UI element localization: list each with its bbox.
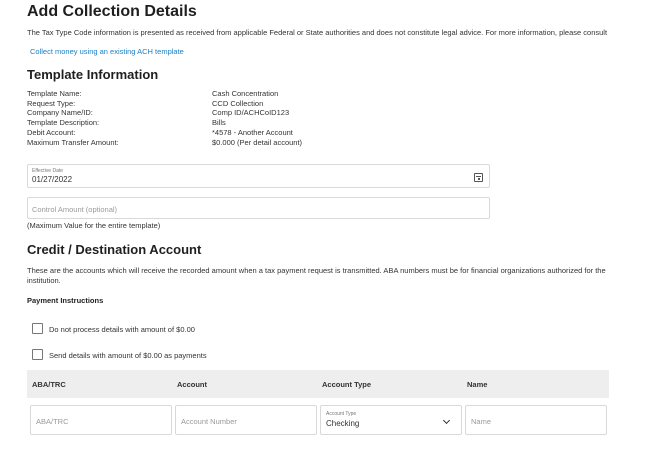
- skip-zero-amount-checkbox[interactable]: [32, 323, 43, 334]
- column-header-account: Account: [177, 380, 207, 389]
- credit-description-line1: These are the accounts which will receiv…: [27, 266, 606, 275]
- max-transfer-value: $0.000 (Per detail account): [212, 137, 303, 147]
- company-name-value: Comp ID/ACHCoID123: [212, 108, 290, 118]
- calendar-icon[interactable]: [474, 173, 483, 182]
- aba-trc-placeholder: ABA/TRC: [36, 417, 69, 426]
- account-type-value: Checking: [326, 419, 360, 428]
- control-amount-input[interactable]: Control Amount (optional): [27, 197, 490, 219]
- account-type-select[interactable]: Account Type Checking: [320, 405, 462, 435]
- template-description-value: Bills: [212, 118, 226, 128]
- debit-account-label: Debit Account:: [27, 127, 76, 137]
- effective-date-label: Effective Date: [32, 168, 64, 174]
- template-description-label: Template Description:: [27, 118, 100, 128]
- effective-date-value: 01/27/2022: [32, 175, 73, 184]
- max-transfer-label: Maximum Transfer Amount:: [27, 137, 119, 147]
- template-info-heading: Template Information: [27, 67, 159, 82]
- request-type-label: Request Type:: [27, 98, 76, 108]
- debit-account-value: *4578 - Another Account: [212, 127, 293, 137]
- template-name-value: Cash Concentration: [212, 89, 279, 98]
- skip-zero-amount-label: Do not process details with amount of $0…: [49, 325, 195, 334]
- template-name-label: Template Name:: [27, 89, 82, 98]
- send-zero-as-payments-checkbox[interactable]: [32, 349, 43, 360]
- send-zero-as-payments-label: Send details with amount of $0.00 as pay…: [49, 351, 207, 360]
- column-header-account-type: Account Type: [322, 380, 372, 389]
- page-title: Add Collection Details: [27, 3, 197, 20]
- request-type-value: CCD Collection: [212, 98, 264, 108]
- chevron-down-icon[interactable]: [442, 416, 451, 425]
- template-info-values: Cash Concentration CCD Collection Comp I…: [212, 89, 412, 147]
- credit-description-line2: institution.: [27, 276, 61, 285]
- effective-date-field[interactable]: Effective Date 01/27/2022: [27, 164, 490, 188]
- account-number-input[interactable]: Account Number: [175, 405, 317, 435]
- account-type-field-label: Account Type: [326, 411, 357, 417]
- aba-trc-input[interactable]: ABA/TRC: [30, 405, 172, 435]
- account-number-placeholder: Account Number: [181, 417, 237, 426]
- credit-destination-heading: Credit / Destination Account: [27, 242, 202, 257]
- disclaimer-text: The Tax Type Code information is present…: [27, 28, 608, 37]
- control-amount-hint: (Maximum Value for the entire template): [27, 221, 161, 230]
- payment-instructions-label: Payment Instructions: [27, 296, 104, 305]
- company-name-label: Company Name/ID:: [27, 108, 93, 118]
- template-info-labels: Template Name: Request Type: Company Nam…: [27, 89, 197, 147]
- accounts-table-header: ABA/TRC Account Account Type Name: [27, 370, 609, 398]
- column-header-name: Name: [467, 380, 488, 389]
- name-input[interactable]: Name: [465, 405, 607, 435]
- control-amount-placeholder: Control Amount (optional): [32, 205, 118, 214]
- column-header-aba: ABA/TRC: [32, 380, 66, 389]
- name-placeholder: Name: [471, 417, 492, 426]
- ach-template-link[interactable]: Collect money using an existing ACH temp…: [30, 47, 184, 56]
